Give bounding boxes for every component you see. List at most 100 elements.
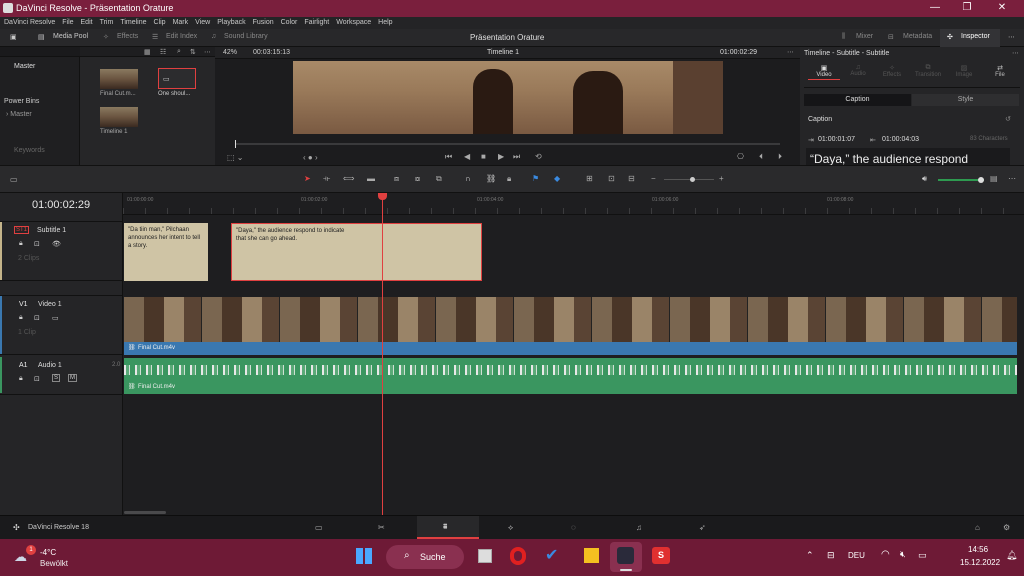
maximize-button[interactable]: ❐ [957,2,977,13]
play-button[interactable]: ▶ [498,152,504,161]
todo-icon[interactable]: ✔ [545,545,558,565]
more-options-icon[interactable]: ⋯ [1008,174,1016,183]
tray-chevron-icon[interactable]: ⌃ [806,550,814,561]
scrubber-bar[interactable] [235,140,780,148]
menu-edit[interactable]: Edit [81,17,93,29]
subtab-style[interactable]: Style [912,94,1019,106]
home-icon[interactable]: ⌂ [975,523,980,532]
dynamic-trim-icon[interactable]: ⟺ [343,174,354,183]
media-page-icon[interactable]: ▭ [315,523,323,532]
lock-icon[interactable]: 🔒︎ [19,314,23,322]
menu-file[interactable]: File [62,17,73,29]
zoom-out-icon[interactable]: − [651,174,656,183]
effects-icon[interactable]: ✧ [103,33,109,41]
speaker-muted-icon[interactable]: 🔇︎ [900,549,906,560]
media-item-final-cut[interactable]: Final Cut.m... [100,69,138,99]
notification-bell-icon[interactable]: 🔔︎ [1006,550,1017,561]
deliver-page-icon[interactable]: ➶ [699,523,706,532]
viewer-options-icon[interactable]: ⬚ ⌄ [227,153,243,162]
tab-audio[interactable]: ♫ Audio [842,64,874,77]
media-pool-icon[interactable]: ▤ [38,33,45,41]
volume-slider[interactable] [938,177,984,183]
loop-button[interactable]: ⟲ [535,152,542,161]
tab-transition[interactable]: ⧉ Transition [910,64,946,78]
flag-icon[interactable]: ⚑ [532,174,539,183]
more-options-icon[interactable]: ⋯ [204,48,211,56]
minimize-button[interactable]: — [925,2,945,13]
start-button[interactable] [356,548,372,564]
video-clip[interactable]: ⛓ Final Cut.m4v [124,297,1017,355]
track-name[interactable]: Subtitle 1 [37,227,66,234]
media-item-timeline[interactable]: Timeline 1 [100,107,138,139]
zoom-detail-icon[interactable]: ⊡ [608,174,615,183]
language-indicator[interactable]: DEU [848,551,865,560]
clock-time[interactable]: 14:56 [968,545,988,554]
mixer-icon[interactable]: ⫼ [842,33,845,41]
fairlight-page-icon[interactable]: ♫ [636,523,642,532]
subtitle-clip[interactable]: "Da tiin man," Pilchaan announces her in… [124,223,208,281]
sound-library-icon[interactable]: ♫ [211,33,216,40]
inspector-icon[interactable]: ✣ [947,33,953,41]
zoom-slider[interactable] [664,177,714,182]
sort-icon[interactable]: ⇅ [190,48,196,56]
view-grid-icon[interactable]: ▦ [144,48,151,56]
linked-selection-icon[interactable]: ⛓ [486,174,496,183]
track-name[interactable]: Video 1 [38,301,62,308]
video-toggle-icon[interactable]: ▭ [52,314,59,322]
wifi-icon[interactable]: ◠ [881,549,890,560]
subtab-caption[interactable]: Caption [804,94,911,106]
track-id-badge[interactable]: ST1 [14,226,30,234]
caption-in-timecode[interactable]: 01:00:01:07 [818,136,855,143]
playhead[interactable] [378,193,387,515]
subtitle-clip-selected[interactable]: "Daya," the audience respond to indicate… [231,223,482,281]
lock-icon[interactable]: 🔒︎ [19,375,23,383]
sound-library-button[interactable]: Sound Library [224,33,268,40]
mute-button[interactable]: M [68,374,77,382]
zoom-full-icon[interactable]: ⊞ [586,174,593,183]
auto-select-icon[interactable]: ⊡ [34,375,40,383]
menu-workspace[interactable]: Workspace [336,17,371,29]
marker-icon[interactable]: ◆ [554,174,560,183]
settings-gear-icon[interactable]: ⚙ [1003,523,1010,532]
go-to-start-button[interactable]: ⏮ [445,152,452,162]
view-list-icon[interactable]: ☷ [160,48,166,56]
menu-timeline[interactable]: Timeline [120,17,146,29]
playhead-handle[interactable] [378,193,387,200]
caption-text-box[interactable]: “Daya,” the audience respond [806,148,1010,165]
solo-button[interactable]: S [52,374,61,382]
menu-color[interactable]: Color [281,17,298,29]
mixer-button[interactable]: Mixer [856,33,873,40]
edit-index-icon[interactable]: ☰ [152,33,158,41]
menu-fairlight[interactable]: Fairlight [304,17,329,29]
menu-mark[interactable]: Mark [173,17,189,29]
snapping-icon[interactable]: ∩ [465,174,471,183]
position-lock-icon[interactable]: 🔒︎ [507,174,511,184]
davinci-taskbar-icon[interactable] [617,547,634,564]
audio-meter-icon[interactable]: ▤ [990,174,998,183]
timeline-ruler[interactable]: 01:00:00:00 01:00:02:00 01:00:04:00 01:0… [123,193,1024,215]
play-reverse-button[interactable]: ◀ [464,152,470,161]
battery-icon[interactable]: ▭ [918,550,927,561]
search-icon[interactable]: ⌕ [177,48,181,56]
zoom-custom-icon[interactable]: ⊟ [628,174,635,183]
panel-toggle-icon[interactable]: ▣ [10,33,17,41]
more-options-icon[interactable]: ⋯ [787,48,794,56]
menu-view[interactable]: View [195,17,210,29]
weather-widget[interactable]: ☁ 1 -4°C Bewölkt [10,543,90,571]
metadata-button[interactable]: Metadata [903,33,932,40]
horizontal-scrollbar[interactable] [124,511,166,514]
menu-clip[interactable]: Clip [154,17,166,29]
stop-button[interactable]: ■ [481,152,486,161]
timeline-selector[interactable]: Timeline 1 [487,49,519,56]
caption-out-timecode[interactable]: 01:00:04:03 [882,136,919,143]
next-edit-icon[interactable]: ⏵ [778,152,782,162]
volume-icon[interactable]: 🔊︎ [922,174,927,184]
inspector-button[interactable]: Inspector [961,33,990,40]
reset-icon[interactable]: ↺ [1005,115,1011,123]
close-button[interactable]: ✕ [992,2,1012,13]
task-view-icon[interactable] [478,549,492,563]
menu-davinci[interactable]: DaVinci Resolve [4,17,55,29]
color-page-icon[interactable]: ◌ [571,523,576,532]
track-name[interactable]: Audio 1 [38,362,62,369]
menu-fusion[interactable]: Fusion [253,17,274,29]
